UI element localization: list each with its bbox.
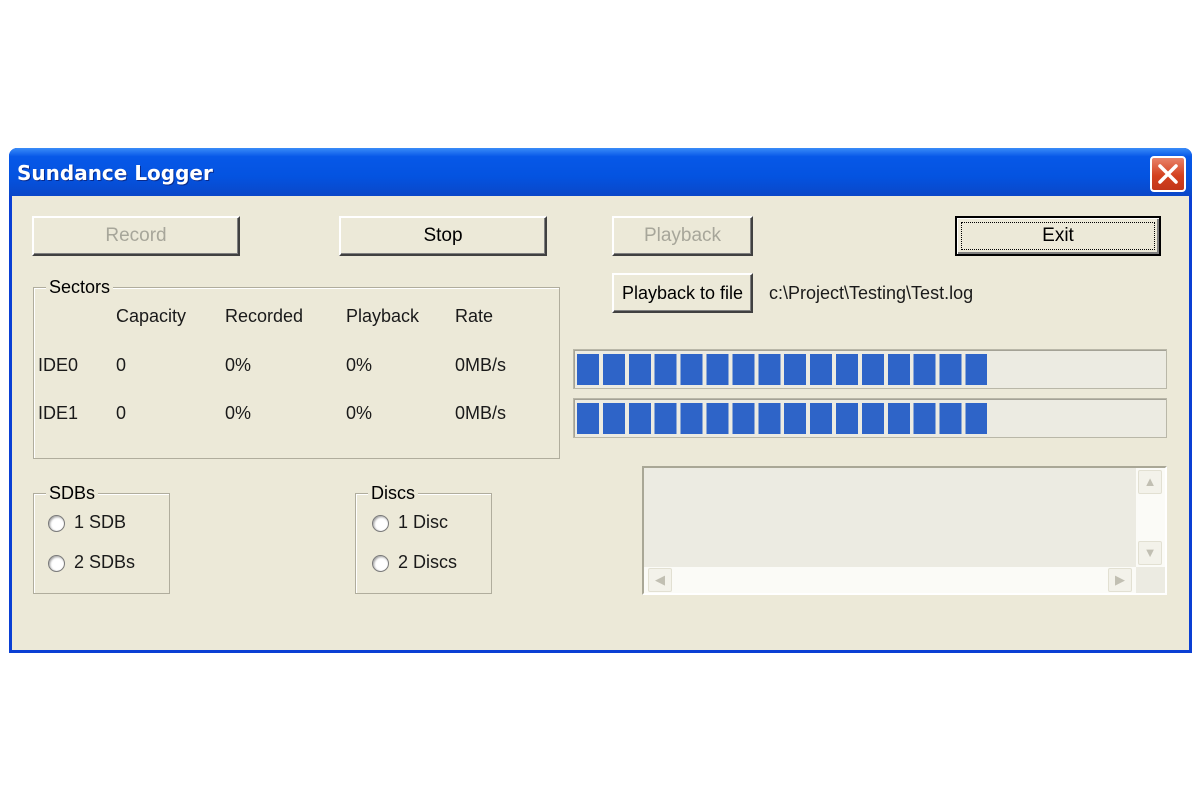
header-rate: Rate bbox=[455, 306, 494, 326]
discs-group: Discs bbox=[355, 482, 492, 594]
radio-2-sdbs[interactable] bbox=[48, 555, 65, 572]
row-ide0-capacity: 0 bbox=[116, 355, 127, 375]
scroll-down-button[interactable]: ▼ bbox=[1138, 541, 1162, 565]
chevron-left-icon: ◀ bbox=[655, 572, 665, 587]
radio-2-sdbs-label[interactable]: 2 SDBs bbox=[74, 552, 135, 573]
horizontal-scrollbar[interactable]: ◀ ▶ bbox=[644, 567, 1136, 593]
row-ide1-capacity: 0 bbox=[116, 403, 127, 423]
progress-fill-ide1 bbox=[577, 403, 987, 434]
discs-label: Discs bbox=[368, 482, 418, 504]
header-recorded: Recorded bbox=[225, 306, 304, 326]
focus-rect bbox=[961, 222, 1155, 250]
progress-bar-ide1 bbox=[573, 398, 1167, 438]
close-icon bbox=[1158, 164, 1178, 184]
row-ide1-name: IDE1 bbox=[38, 403, 79, 423]
progress-fill-ide0 bbox=[577, 354, 987, 385]
row-ide0-recorded: 0% bbox=[225, 355, 252, 375]
dialog-client-area: Record Stop Playback Exit Playback to fi… bbox=[12, 196, 1189, 650]
file-path: c:\Project\Testing\Test.log bbox=[769, 283, 974, 303]
row-ide1-rate: 0MB/s bbox=[455, 403, 507, 423]
chevron-right-icon: ▶ bbox=[1115, 572, 1125, 587]
close-button[interactable] bbox=[1150, 156, 1186, 192]
sectors-label: Sectors bbox=[46, 276, 114, 298]
radio-1-disc-label[interactable]: 1 Disc bbox=[398, 512, 448, 533]
scroll-up-button[interactable]: ▲ bbox=[1138, 470, 1162, 494]
row-ide1-playback: 0% bbox=[346, 403, 373, 423]
vertical-scrollbar[interactable]: ▲ ▼ bbox=[1136, 468, 1165, 567]
sdbs-group: SDBs bbox=[33, 482, 170, 594]
row-ide1-recorded: 0% bbox=[225, 403, 252, 423]
sdbs-label: SDBs bbox=[46, 482, 99, 504]
radio-1-disc[interactable] bbox=[372, 515, 389, 532]
window-title: Sundance Logger bbox=[17, 161, 213, 185]
record-button[interactable]: Record bbox=[32, 216, 240, 256]
playback-button[interactable]: Playback bbox=[612, 216, 753, 256]
header-playback: Playback bbox=[346, 306, 420, 326]
log-listbox[interactable]: ▲ ▼ ◀ ▶ bbox=[642, 466, 1167, 595]
scroll-right-button[interactable]: ▶ bbox=[1108, 568, 1132, 592]
stop-button[interactable]: Stop bbox=[339, 216, 547, 256]
radio-2-discs-label[interactable]: 2 Discs bbox=[398, 552, 457, 573]
chevron-down-icon: ▼ bbox=[1143, 545, 1157, 560]
row-ide0-rate: 0MB/s bbox=[455, 355, 507, 375]
header-capacity: Capacity bbox=[116, 306, 187, 326]
progress-bar-ide0 bbox=[573, 349, 1167, 389]
radio-1-sdb[interactable] bbox=[48, 515, 65, 532]
chevron-up-icon: ▲ bbox=[1143, 474, 1157, 489]
exit-button[interactable]: Exit bbox=[955, 216, 1161, 256]
logger-window: Sundance Logger Record Stop Playback Exi… bbox=[9, 148, 1192, 653]
radio-1-sdb-label[interactable]: 1 SDB bbox=[74, 512, 126, 533]
title-bar[interactable]: Sundance Logger bbox=[9, 148, 1192, 196]
radio-2-discs[interactable] bbox=[372, 555, 389, 572]
row-ide0-playback: 0% bbox=[346, 355, 373, 375]
row-ide0-name: IDE0 bbox=[38, 355, 79, 375]
playback-to-file-button[interactable]: Playback to file bbox=[612, 273, 753, 313]
scroll-left-button[interactable]: ◀ bbox=[648, 568, 672, 592]
